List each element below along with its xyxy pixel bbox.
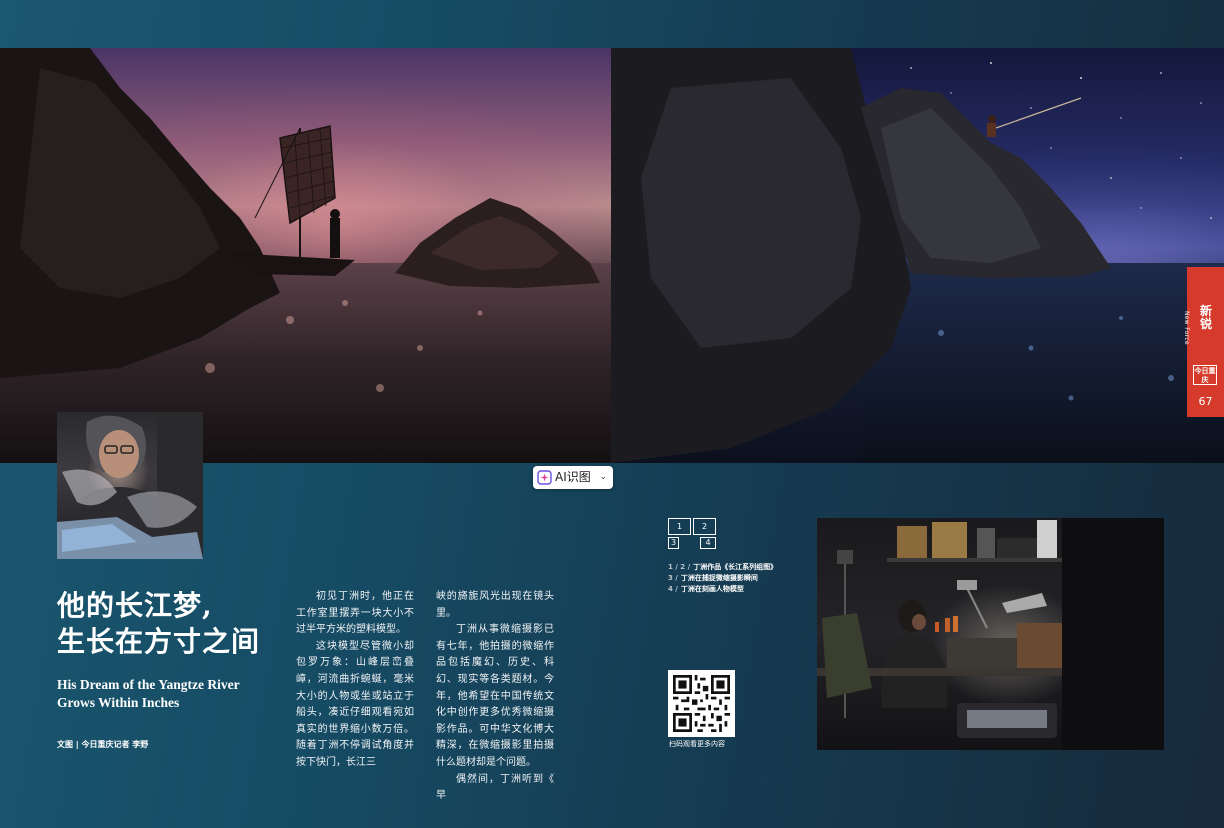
section-tab: 新锐 New Force 今日重庆 67 [1183, 267, 1224, 417]
caption-number: 3 / [668, 574, 678, 582]
portrait-photo-illustration [57, 412, 203, 559]
caption-item: 4 /丁洲在刻画人物模型 [668, 584, 777, 595]
caption-key-box-2: 2 [693, 518, 716, 535]
headline-english-line-2: Grows Within Inches [57, 695, 180, 710]
photo-studio-work [817, 518, 1164, 750]
section-tab-subtitle: New Force [1183, 311, 1190, 345]
portrait-photo [57, 412, 203, 559]
page-number: 67 [1198, 395, 1213, 408]
photo-studio-illustration [817, 518, 1164, 750]
headline-chinese-line-1: 他的长江梦, [57, 589, 213, 622]
caption-key-box-3: 3 [668, 537, 679, 549]
photo-fisherman-night-illustration [611, 48, 1224, 463]
photo-captions: 1 / 2 /丁洲作品《长江系列组图》 3 /丁洲在捕捉微缩摄影瞬间 4 /丁洲… [668, 562, 777, 595]
ai-recognize-label: AI识图 [555, 470, 591, 484]
caption-item: 3 /丁洲在捕捉微缩摄影瞬间 [668, 573, 777, 584]
caption-item: 1 / 2 /丁洲作品《长江系列组图》 [668, 562, 777, 573]
body-column-1: 初见丁洲时，他正在工作室里摆弄一块大小不过半平方米的塑料模型。 这块模型尽管微小… [296, 589, 414, 772]
caption-key-box-4: 4 [700, 537, 716, 549]
qr-code-icon [673, 675, 730, 732]
caption-layout-key: 1 2 3 4 [668, 518, 718, 550]
caption-number: 4 / [668, 585, 678, 593]
chevron-down-icon[interactable]: ⌄ [599, 466, 607, 489]
headline-chinese: 他的长江梦, 生长在方寸之间 [57, 588, 287, 660]
body-paragraph: 这块模型尽管微小却包罗万象：山峰层峦叠嶂，河流曲折蜿蜒，毫米大小的人物或坐或站立… [296, 640, 414, 768]
body-column-2: 峡的旖旎风光出现在镜头里。 丁洲从事微缩摄影已有七年，他拍摄的微缩作品包括魔幻、… [436, 589, 554, 805]
photo-boat-dusk [0, 48, 611, 463]
section-tab-title: 新锐 [1199, 304, 1212, 331]
caption-text: 丁洲在刻画人物模型 [680, 585, 744, 593]
caption-key-box-1: 1 [668, 518, 691, 535]
headline-english-line-1: His Dream of the Yangtze River [57, 677, 240, 692]
qr-code-block: 扫码观看更多内容 [668, 670, 735, 750]
photo-boat-dusk-illustration [0, 48, 611, 463]
photo-fisherman-night [611, 48, 1224, 463]
byline: 文图 | 今日重庆记者 李野 [57, 740, 149, 749]
headline-english: His Dream of the Yangtze River Grows Wit… [57, 676, 277, 712]
magazine-logo: 今日重庆 [1193, 365, 1217, 385]
caption-number: 1 / 2 / [668, 563, 691, 571]
caption-text: 丁洲作品《长江系列组图》 [693, 563, 778, 571]
body-paragraph: 丁洲从事微缩摄影已有七年，他拍摄的微缩作品包括魔幻、历史、科幻、现实等各类题材。… [436, 624, 554, 768]
headline-chinese-line-2: 生长在方寸之间 [57, 625, 261, 658]
qr-code[interactable] [668, 670, 735, 737]
ai-recognize-button[interactable]: AI识图 ⌄ [533, 466, 613, 489]
body-paragraph: 初见丁洲时，他正在工作室里摆弄一块大小不过半平方米的塑料模型。 [296, 591, 414, 636]
qr-code-label: 扫码观看更多内容 [669, 740, 725, 748]
caption-text: 丁洲在捕捉微缩摄影瞬间 [680, 574, 758, 582]
body-paragraph: 偶然间，丁洲听到《 早 [436, 773, 554, 802]
body-paragraph: 峡的旖旎风光出现在镜头里。 [436, 591, 554, 619]
ai-sparkle-icon [537, 470, 552, 485]
